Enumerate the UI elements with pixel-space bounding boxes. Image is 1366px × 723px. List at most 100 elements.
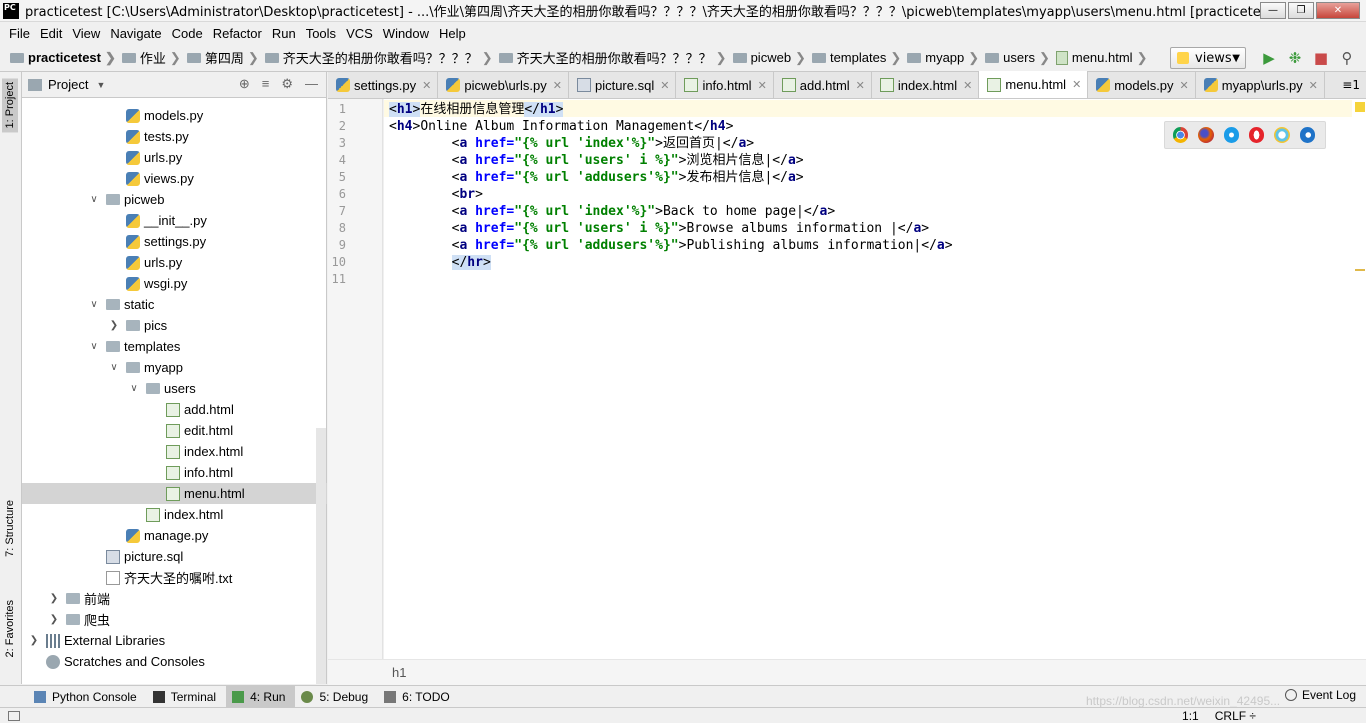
editor-tab[interactable]: info.html ✕ [676,72,774,98]
menu-edit[interactable]: Edit [35,26,67,41]
breadcrumb-item[interactable]: users ❯ [979,50,1050,66]
menu-code[interactable]: Code [167,26,208,41]
close-icon[interactable]: ✕ [856,79,865,92]
tree-item[interactable]: manage.py [126,525,208,546]
cursor-position[interactable]: 1:1 [1182,709,1199,723]
tree-item[interactable]: index.html [146,504,223,525]
tree-item[interactable]: ∨ templates [88,336,180,357]
chevron-down-icon[interactable]: ∨ [108,362,120,373]
chevron-right-icon[interactable]: ❯ [48,593,60,604]
breadcrumb-item[interactable]: 齐天大圣的相册你敢看吗？？？？ ❯ [493,48,727,67]
tree-item[interactable]: ❯ 爬虫 [48,609,110,630]
menu-navigate[interactable]: Navigate [105,26,166,41]
tree-item[interactable]: 齐天大圣的嘱咐.txt [106,567,232,588]
gear-icon[interactable]: ⚙ [281,76,293,92]
tree-item[interactable]: wsgi.py [126,273,187,294]
tree-item[interactable]: ∨ static [88,294,154,315]
tool-tab-terminal[interactable]: Terminal [147,686,226,708]
close-icon[interactable]: ✕ [1072,78,1081,91]
project-panel-title[interactable]: Project [48,77,88,92]
locate-icon[interactable]: ⊕ [239,76,250,92]
chevron-down-icon[interactable]: ∨ [88,299,100,310]
run-config-select[interactable]: views ▼ [1170,47,1246,69]
code-line[interactable]: <h4>Online Album Information Management<… [389,118,733,135]
tree-item[interactable]: ∨ users [128,378,195,399]
code-line[interactable]: <h1>在线相册信息管理</h1> [389,101,564,118]
safari-icon[interactable] [1223,127,1239,143]
chevron-right-icon[interactable]: ❯ [28,635,40,646]
tree-item[interactable]: ❯ 前端 [48,588,110,609]
chevron-down-icon[interactable]: ∨ [128,383,140,394]
restore-button[interactable]: ❐ [1288,2,1314,19]
code-editor[interactable]: <h1>在线相册信息管理</h1> <h4>Online Album Inform… [384,99,1352,659]
tree-item[interactable]: urls.py [126,147,182,168]
tree-item[interactable]: ∨ picweb [88,189,164,210]
minimize-button[interactable]: — [1260,2,1286,19]
code-line[interactable]: <br> [389,186,483,203]
breadcrumb-item[interactable]: menu.html ❯ [1050,50,1147,66]
menu-file[interactable]: File [4,26,35,41]
menu-view[interactable]: View [67,26,105,41]
editor-tab[interactable]: picweb\urls.py ✕ [438,72,569,98]
tree-item[interactable]: picture.sql [106,546,183,567]
editor-tab[interactable]: settings.py ✕ [328,72,439,98]
opera-icon[interactable] [1248,127,1265,143]
tool-tab-run[interactable]: 4: Run [226,685,296,708]
code-line[interactable]: <a href="{% url 'users' i %}">Browse alb… [389,220,929,237]
chevron-down-icon[interactable]: ▼ [96,80,105,90]
tool-window-toggle-icon[interactable] [8,710,20,721]
firefox-icon[interactable] [1198,127,1214,143]
code-line[interactable]: </hr> [389,254,491,271]
close-icon[interactable]: ✕ [1309,79,1318,92]
tree-item[interactable]: views.py [126,168,194,189]
breadcrumb-item[interactable]: templates ❯ [806,50,901,66]
tree-item[interactable]: models.py [126,105,203,126]
menu-help[interactable]: Help [434,26,471,41]
close-icon[interactable]: ✕ [660,79,669,92]
breadcrumb-item[interactable]: picweb ❯ [727,50,806,66]
close-icon[interactable]: ✕ [553,79,562,92]
tree-item[interactable]: add.html [166,399,234,420]
hide-icon[interactable]: — [305,76,318,92]
menu-refactor[interactable]: Refactor [208,26,267,41]
menu-tools[interactable]: Tools [301,26,341,41]
error-marker[interactable] [1355,269,1365,271]
tree-item[interactable]: settings.py [126,231,206,252]
tree-item[interactable]: urls.py [126,252,182,273]
editor-tab[interactable]: index.html ✕ [871,72,980,98]
tool-tab-favorites[interactable]: 2: Favorites [2,596,18,661]
breadcrumb-item[interactable]: 作业 ❯ [116,48,181,67]
code-line[interactable]: <a href="{% url 'addusers'%}">Publishing… [389,237,953,254]
stop-icon[interactable]: ■ [1311,48,1331,68]
code-line[interactable]: <a href="{% url 'users' i %}">浏览相片信息|</a… [389,152,804,169]
chrome-icon[interactable] [1173,127,1189,143]
tab-overflow-icon[interactable]: ≡1 [1342,78,1360,92]
breadcrumb-item[interactable]: myapp ❯ [901,50,979,66]
breadcrumb-item[interactable]: 齐天大圣的相册你敢看吗？？？？ ❯ [259,48,493,67]
line-separator[interactable]: CRLF ÷ [1215,709,1256,723]
chevron-right-icon[interactable]: ❯ [48,614,60,625]
tree-item[interactable]: ❯ pics [108,315,167,336]
tool-tab-debug[interactable]: 5: Debug [295,686,378,708]
event-log-button[interactable]: Event Log [1284,688,1356,702]
tree-item[interactable]: Scratches and Consoles [46,651,205,672]
close-icon[interactable]: ✕ [963,79,972,92]
menu-run[interactable]: Run [267,26,301,41]
tree-item[interactable]: tests.py [126,126,189,147]
close-icon[interactable]: ✕ [758,79,767,92]
ie-icon[interactable] [1274,127,1290,143]
breadcrumb-item[interactable]: practicetest ❯ [4,50,116,66]
tree-item[interactable]: __init__.py [126,210,207,231]
chevron-down-icon[interactable]: ∨ [88,341,100,352]
breadcrumb-item[interactable]: 第四周 ❯ [181,48,259,67]
editor-tab[interactable]: picture.sql ✕ [568,72,677,98]
collapse-all-icon[interactable]: ≡ [262,76,270,92]
tree-item[interactable]: info.html [166,462,233,483]
tool-tab-python-console[interactable]: Python Console [28,686,147,708]
tree-item[interactable]: ❯ External Libraries [28,630,165,651]
menu-window[interactable]: Window [378,26,434,41]
editor-tab[interactable]: models.py ✕ [1088,72,1196,98]
edge-icon[interactable] [1299,127,1315,143]
chevron-down-icon[interactable]: ∨ [88,194,100,205]
run-icon[interactable]: ▶ [1259,48,1279,68]
